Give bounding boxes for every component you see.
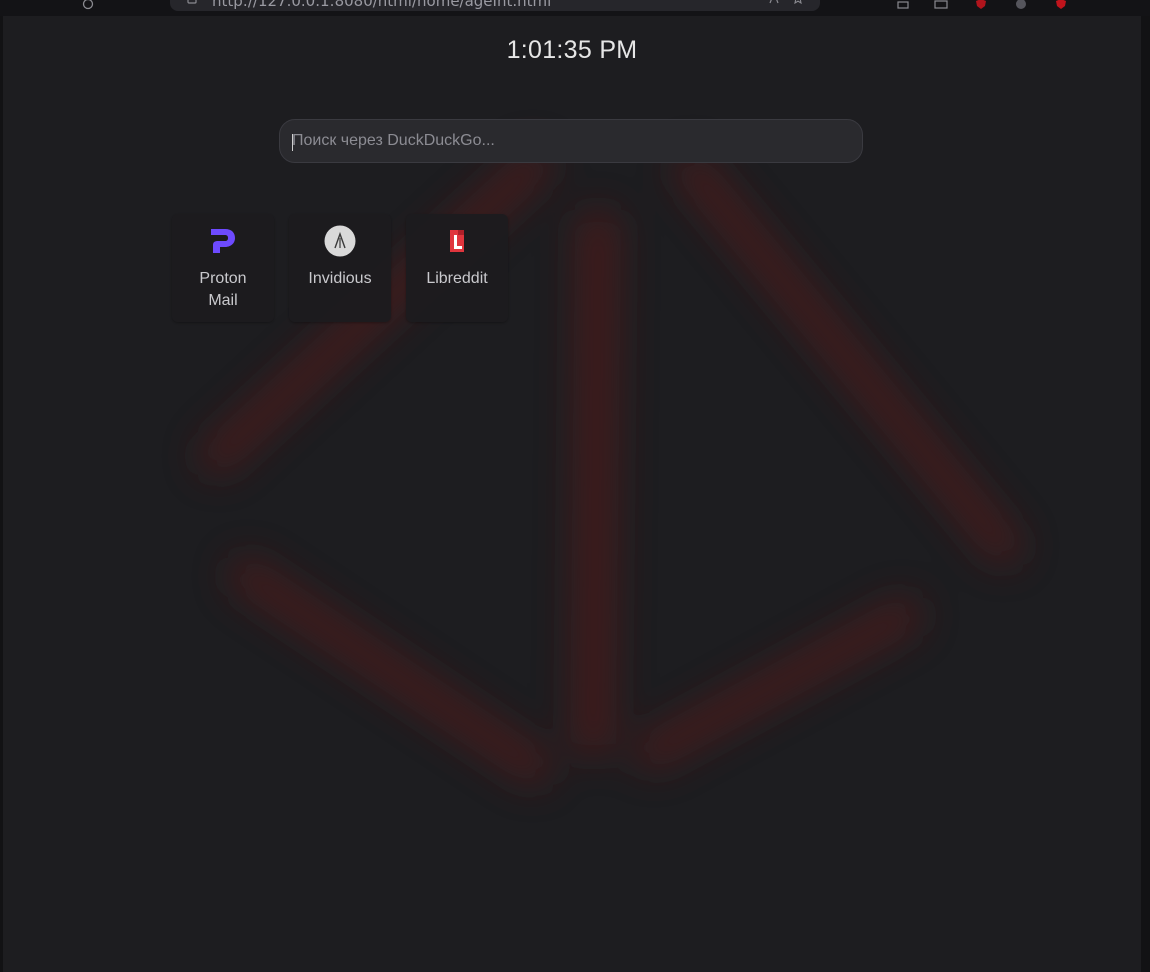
shortcut-proton-mail[interactable]: Proton Mail bbox=[172, 214, 274, 322]
invidious-logo-icon bbox=[324, 225, 356, 257]
search-box[interactable] bbox=[279, 119, 863, 163]
shortcut-label: Libreddit bbox=[426, 270, 488, 287]
proton-mail-logo-icon bbox=[207, 225, 239, 257]
libreddit-logo-icon bbox=[441, 225, 473, 257]
ublock-icon[interactable] bbox=[975, 0, 987, 9]
search-input[interactable] bbox=[280, 120, 862, 162]
clock: 1:01:35 PM bbox=[506, 36, 638, 64]
shortcut-tiles: Proton Mail Invidious Libreddit bbox=[172, 214, 508, 322]
shortcut-label: Invidious bbox=[308, 270, 372, 287]
extensions-icon[interactable] bbox=[897, 0, 909, 9]
shortcut-invidious[interactable]: Invidious bbox=[289, 214, 391, 322]
shortcut-libreddit[interactable]: Libreddit bbox=[406, 214, 508, 322]
browser-toolbar: http://127.0.0.1:8080/html/home/ageInt.h… bbox=[0, 0, 1150, 16]
address-bar-text: http://127.0.0.1:8080/html/home/ageInt.h… bbox=[212, 0, 552, 10]
shortcut-label: Proton Mail bbox=[199, 270, 247, 309]
bookmark-star-icon[interactable] bbox=[792, 0, 804, 5]
text-caret bbox=[292, 134, 293, 151]
shield-extension-icon[interactable] bbox=[1055, 0, 1067, 9]
reader-mode-icon[interactable] bbox=[768, 0, 780, 4]
address-bar[interactable]: http://127.0.0.1:8080/html/home/ageInt.h… bbox=[170, 0, 820, 11]
new-tab-page: 1:01:35 PM Proton Mail Invidious bbox=[3, 16, 1141, 972]
account-icon[interactable] bbox=[1015, 0, 1027, 9]
screenshot-icon[interactable] bbox=[934, 0, 948, 9]
reload-icon[interactable] bbox=[82, 0, 94, 10]
lock-icon bbox=[186, 0, 198, 4]
